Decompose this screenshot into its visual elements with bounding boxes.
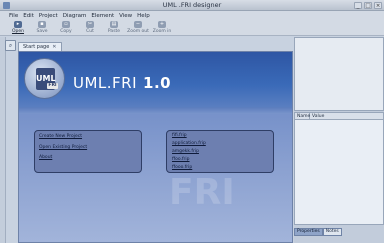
recent-file-link[interactable]: application.frip: [172, 141, 206, 146]
tab-properties[interactable]: Properties: [294, 228, 323, 236]
recent-files-panel: fifi.frip application.frip amgekk.frip f…: [166, 130, 274, 173]
title-bar: UML .FRI designer _ □ ×: [0, 0, 384, 11]
paste-icon: ▤: [110, 21, 118, 28]
right-pane: Name Value Properties Notes: [294, 37, 384, 243]
column-value-header[interactable]: Value: [310, 113, 324, 119]
tab-close-icon[interactable]: ✕: [52, 44, 56, 50]
copy-icon: ▫: [62, 21, 70, 28]
tab-start-page[interactable]: Start page ✕: [18, 42, 62, 51]
open-icon: ▸: [14, 21, 22, 28]
open-existing-project-link[interactable]: Open Existing Project: [39, 145, 87, 150]
recent-file-link[interactable]: amgekk.frip: [172, 149, 199, 154]
menu-bar: File Edit Project Diagram Element View H…: [0, 11, 384, 20]
open-button[interactable]: ▸ Open: [6, 20, 30, 36]
palette-area: [294, 37, 384, 111]
menu-project[interactable]: Project: [39, 13, 58, 19]
cut-button[interactable]: ✂ Cut: [78, 20, 102, 36]
save-icon: ▪: [38, 21, 46, 28]
cut-icon: ✂: [86, 21, 94, 28]
watermark: FRI: [169, 172, 235, 213]
actions-panel: Create New Project Open Existing Project…: [34, 130, 142, 173]
menu-help[interactable]: Help: [137, 13, 150, 19]
tab-notes[interactable]: Notes: [322, 228, 342, 236]
paste-button[interactable]: ▤ Paste: [102, 20, 126, 36]
properties-table: Name Value: [294, 112, 384, 225]
product-name: UML.FRI 1.0: [73, 74, 172, 92]
menu-diagram[interactable]: Diagram: [63, 13, 87, 19]
banner-stripe: [19, 107, 292, 114]
right-pane-tabs: Properties Notes: [294, 228, 342, 236]
menu-edit[interactable]: Edit: [23, 13, 34, 19]
menu-element[interactable]: Element: [91, 13, 114, 19]
window-menu-icon[interactable]: [3, 2, 10, 9]
recent-file-link[interactable]: fifi.frip: [172, 133, 187, 138]
save-button[interactable]: ▪ Save: [30, 20, 54, 36]
zoom-out-button[interactable]: − Zoom out: [126, 20, 150, 36]
toolbar: ▸ Open ▪ Save ▫ Copy ✂ Cut ▤ Paste − Zoo…: [0, 20, 384, 36]
maximize-icon[interactable]: □: [364, 2, 372, 9]
minimize-icon[interactable]: _: [354, 2, 362, 9]
app-window: UML .FRI designer _ □ × File Edit Projec…: [0, 0, 384, 243]
copy-button[interactable]: ▫ Copy: [54, 20, 78, 36]
tab-bar: Start page ✕: [18, 42, 62, 51]
uml-fri-logo: UML FRI: [24, 58, 65, 99]
recent-file-link[interactable]: ffoo.frip: [172, 157, 190, 162]
start-page: UML FRI UML.FRI 1.0 FRI Create New Projec…: [18, 51, 293, 243]
create-new-project-link[interactable]: Create New Project: [39, 134, 82, 139]
recent-file-link[interactable]: ffooo.frip: [172, 165, 192, 170]
column-name-header[interactable]: Name: [295, 113, 310, 119]
left-panel-strip: [0, 37, 6, 243]
menu-view[interactable]: View: [119, 13, 132, 19]
menu-file[interactable]: File: [9, 13, 18, 19]
project-tree-icon[interactable]: ⌕: [5, 40, 16, 51]
about-link[interactable]: About: [39, 155, 52, 160]
zoom-in-icon: +: [158, 21, 166, 28]
zoom-in-button[interactable]: + Zoom in: [150, 20, 174, 36]
window-title: UML .FRI designer: [162, 1, 222, 9]
zoom-out-icon: −: [134, 21, 142, 28]
properties-header: Name Value: [295, 113, 383, 120]
close-icon[interactable]: ×: [374, 2, 382, 9]
